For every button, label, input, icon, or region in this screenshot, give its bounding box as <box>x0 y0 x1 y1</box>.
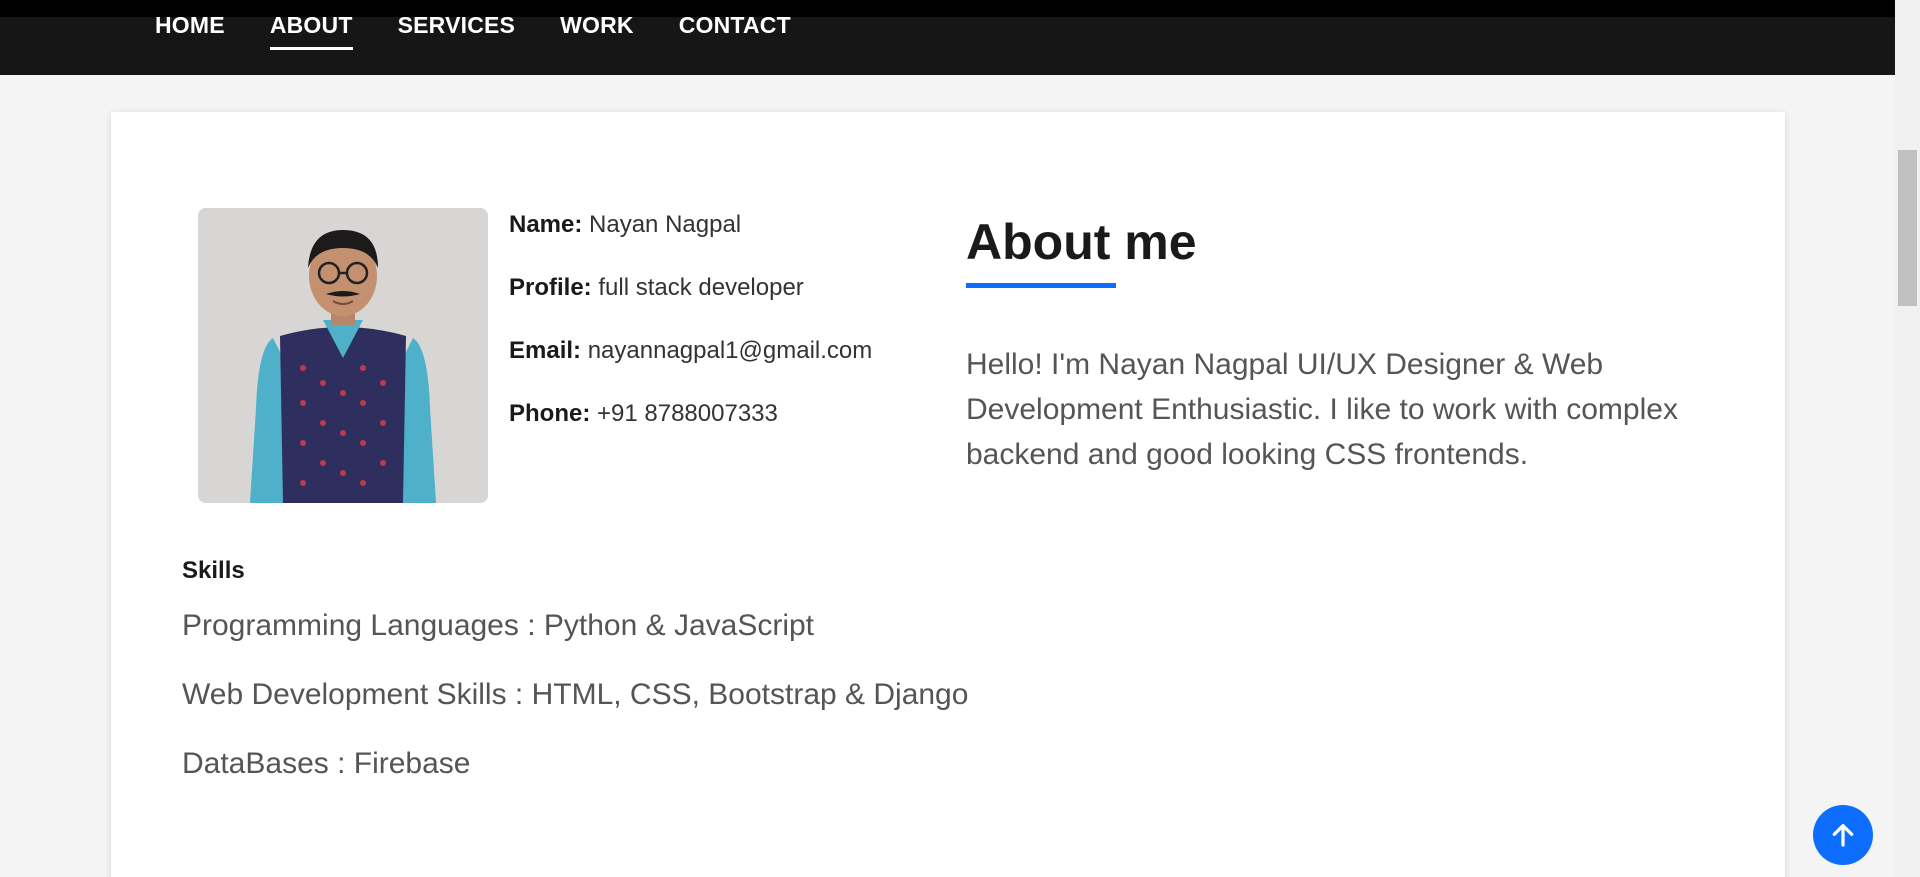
nav-link-about[interactable]: ABOUT <box>269 14 353 53</box>
profile-photo <box>198 208 488 503</box>
about-heading: About me <box>966 214 1197 270</box>
arrow-up-icon <box>1832 824 1854 847</box>
info-row-profile: Profile: full stack developer <box>509 273 872 303</box>
info-value-phone: +91 8788007333 <box>597 400 778 427</box>
profile-info: Name: Nayan Nagpal Profile: full stack d… <box>509 210 872 462</box>
info-key-profile: Profile: <box>509 274 592 301</box>
info-row-email: Email: nayannagpal1@gmail.com <box>509 336 872 366</box>
info-key-phone: Phone: <box>509 400 591 427</box>
info-value-profile: full stack developer <box>598 274 804 301</box>
skill-line-programming: Programming Languages : Python & JavaScr… <box>182 609 815 642</box>
nav-link-contact[interactable]: CONTACT <box>679 14 791 53</box>
info-key-email: Email: <box>509 337 582 364</box>
nav-links: HOME ABOUT SERVICES WORK CONTACT <box>155 14 836 53</box>
scrollbar-thumb[interactable] <box>1898 150 1917 306</box>
navbar: HOME ABOUT SERVICES WORK CONTACT <box>0 14 1895 75</box>
info-value-email: nayannagpal1@gmail.com <box>587 337 873 364</box>
info-key-name: Name: <box>509 211 583 238</box>
nav-link-home[interactable]: HOME <box>155 14 225 53</box>
info-value-name: Nayan Nagpal <box>589 211 742 238</box>
nav-link-services[interactable]: SERVICES <box>398 14 516 53</box>
person-illustration <box>198 208 488 503</box>
skills-section: Skills Programming Languages : Python & … <box>182 557 968 814</box>
info-row-phone: Phone: +91 8788007333 <box>509 399 872 429</box>
about-heading-underline <box>966 283 1116 288</box>
about-section-card: Name: Nayan Nagpal Profile: full stack d… <box>111 112 1785 877</box>
back-to-top-button[interactable] <box>1813 805 1873 865</box>
scrollbar[interactable] <box>1895 0 1920 877</box>
nav-link-work[interactable]: WORK <box>560 14 634 53</box>
skills-title: Skills <box>182 557 245 584</box>
skill-line-databases: DataBases : Firebase <box>182 747 471 780</box>
about-text: Hello! I'm Nayan Nagpal UI/UX Designer &… <box>966 348 1678 471</box>
about-block: About me Hello! I'm Nayan Nagpal UI/UX D… <box>966 212 1686 477</box>
info-row-name: Name: Nayan Nagpal <box>509 210 872 240</box>
skill-line-web-development: Web Development Skills : HTML, CSS, Boot… <box>182 678 969 711</box>
